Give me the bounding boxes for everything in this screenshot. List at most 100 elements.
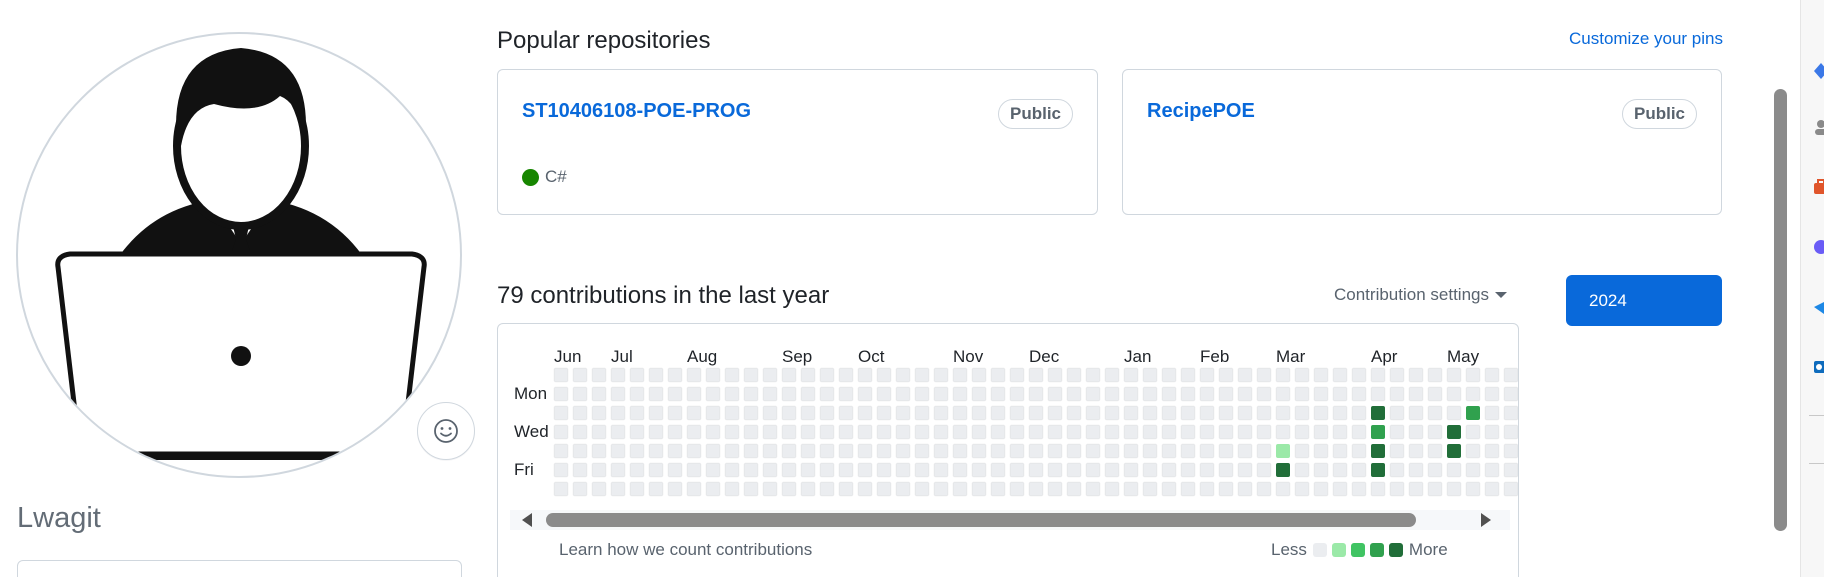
contribution-day-cell[interactable] [1503, 405, 1518, 421]
contribution-day-cell[interactable] [1332, 462, 1348, 478]
contribution-day-cell[interactable] [591, 424, 607, 440]
contribution-day-cell[interactable] [686, 424, 702, 440]
contribution-day-cell[interactable] [914, 367, 930, 383]
contribution-day-cell[interactable] [1104, 462, 1120, 478]
contribution-day-cell[interactable] [572, 481, 588, 497]
contribution-day-cell[interactable] [1256, 462, 1272, 478]
contribution-day-cell[interactable] [857, 386, 873, 402]
contribution-day-cell[interactable] [572, 405, 588, 421]
contribution-day-cell[interactable] [1313, 405, 1329, 421]
contribution-day-cell[interactable] [553, 462, 569, 478]
page-scrollbar[interactable] [1774, 89, 1787, 531]
contribution-day-cell[interactable] [1332, 386, 1348, 402]
contribution-day-cell[interactable] [1142, 443, 1158, 459]
contribution-day-cell[interactable] [1180, 367, 1196, 383]
contribution-day-cell[interactable] [1028, 481, 1044, 497]
contribution-day-cell[interactable] [1313, 462, 1329, 478]
contribution-day-cell[interactable] [1218, 443, 1234, 459]
contribution-day-cell[interactable] [895, 462, 911, 478]
contribution-day-cell[interactable] [1218, 424, 1234, 440]
contribution-day-cell[interactable] [1446, 386, 1462, 402]
contribution-day-cell[interactable] [1218, 462, 1234, 478]
contribution-day-cell[interactable] [629, 481, 645, 497]
contribution-day-cell[interactable] [1047, 481, 1063, 497]
contribution-day-cell[interactable] [1256, 424, 1272, 440]
contribution-day-cell[interactable] [1275, 367, 1291, 383]
contribution-day-cell[interactable] [1066, 443, 1082, 459]
contribution-day-cell[interactable] [1351, 367, 1367, 383]
contribution-day-cell[interactable] [1484, 424, 1500, 440]
contribution-day-cell[interactable] [895, 405, 911, 421]
contribution-day-cell[interactable] [933, 443, 949, 459]
contribution-day-cell[interactable] [914, 443, 930, 459]
contribution-day-cell[interactable] [876, 367, 892, 383]
contribution-day-cell[interactable] [1085, 443, 1101, 459]
contribution-day-cell[interactable] [1503, 481, 1518, 497]
contribution-day-cell[interactable] [572, 462, 588, 478]
contribution-day-cell[interactable] [800, 405, 816, 421]
contribution-day-cell[interactable] [838, 367, 854, 383]
contribution-day-cell[interactable] [1142, 405, 1158, 421]
learn-contributions-link[interactable]: Learn how we count contributions [559, 540, 812, 560]
contribution-day-cell[interactable] [857, 443, 873, 459]
contribution-day-cell[interactable] [1180, 443, 1196, 459]
contribution-day-cell[interactable] [1123, 462, 1139, 478]
contribution-day-cell[interactable] [743, 367, 759, 383]
contribution-day-cell[interactable] [1256, 405, 1272, 421]
contribution-day-cell[interactable] [990, 405, 1006, 421]
contribution-day-cell[interactable] [1276, 463, 1290, 477]
contribution-day-cell[interactable] [1047, 462, 1063, 478]
contribution-day-cell[interactable] [990, 367, 1006, 383]
contribution-day-cell[interactable] [971, 424, 987, 440]
contribution-day-cell[interactable] [990, 462, 1006, 478]
contribution-day-cell[interactable] [1085, 481, 1101, 497]
contribution-day-cell[interactable] [648, 424, 664, 440]
outlook-icon[interactable] [1813, 358, 1824, 376]
contribution-day-cell[interactable] [1408, 481, 1424, 497]
contribution-day-cell[interactable] [1218, 481, 1234, 497]
contribution-day-cell[interactable] [705, 405, 721, 421]
contribution-day-cell[interactable] [1294, 481, 1310, 497]
contribution-day-cell[interactable] [914, 386, 930, 402]
contribution-day-cell[interactable] [1123, 424, 1139, 440]
contribution-day-cell[interactable] [1484, 443, 1500, 459]
contribution-day-cell[interactable] [781, 443, 797, 459]
contribution-day-cell[interactable] [648, 405, 664, 421]
contribution-day-cell[interactable] [648, 462, 664, 478]
contribution-day-cell[interactable] [952, 367, 968, 383]
contribution-day-cell[interactable] [1009, 462, 1025, 478]
contribution-day-cell[interactable] [1503, 424, 1518, 440]
contribution-day-cell[interactable] [1313, 367, 1329, 383]
contribution-day-cell[interactable] [1009, 386, 1025, 402]
contribution-day-cell[interactable] [857, 405, 873, 421]
contribution-day-cell[interactable] [1085, 462, 1101, 478]
contribution-day-cell[interactable] [1161, 367, 1177, 383]
customize-pins-link[interactable]: Customize your pins [1569, 29, 1723, 49]
contribution-day-cell[interactable] [648, 443, 664, 459]
contribution-day-cell[interactable] [1351, 481, 1367, 497]
contribution-day-cell[interactable] [724, 405, 740, 421]
contribution-day-cell[interactable] [914, 481, 930, 497]
contribution-day-cell[interactable] [971, 481, 987, 497]
contribution-day-cell[interactable] [1142, 386, 1158, 402]
contribution-day-cell[interactable] [1237, 462, 1253, 478]
contribution-day-cell[interactable] [1085, 367, 1101, 383]
contribution-day-cell[interactable] [553, 367, 569, 383]
contribution-day-cell[interactable] [705, 481, 721, 497]
contribution-day-cell[interactable] [1066, 386, 1082, 402]
contribution-day-cell[interactable] [724, 367, 740, 383]
contribution-day-cell[interactable] [629, 462, 645, 478]
contribution-day-cell[interactable] [705, 443, 721, 459]
contribution-day-cell[interactable] [572, 386, 588, 402]
contribution-day-cell[interactable] [781, 462, 797, 478]
contribution-day-cell[interactable] [591, 386, 607, 402]
contribution-day-cell[interactable] [819, 462, 835, 478]
contribution-day-cell[interactable] [1104, 405, 1120, 421]
contribution-day-cell[interactable] [1332, 424, 1348, 440]
contribution-day-cell[interactable] [1028, 443, 1044, 459]
contribution-day-cell[interactable] [1123, 405, 1139, 421]
contribution-day-cell[interactable] [933, 405, 949, 421]
contribution-day-cell[interactable] [762, 462, 778, 478]
contribution-day-cell[interactable] [876, 481, 892, 497]
contribution-day-cell[interactable] [876, 424, 892, 440]
